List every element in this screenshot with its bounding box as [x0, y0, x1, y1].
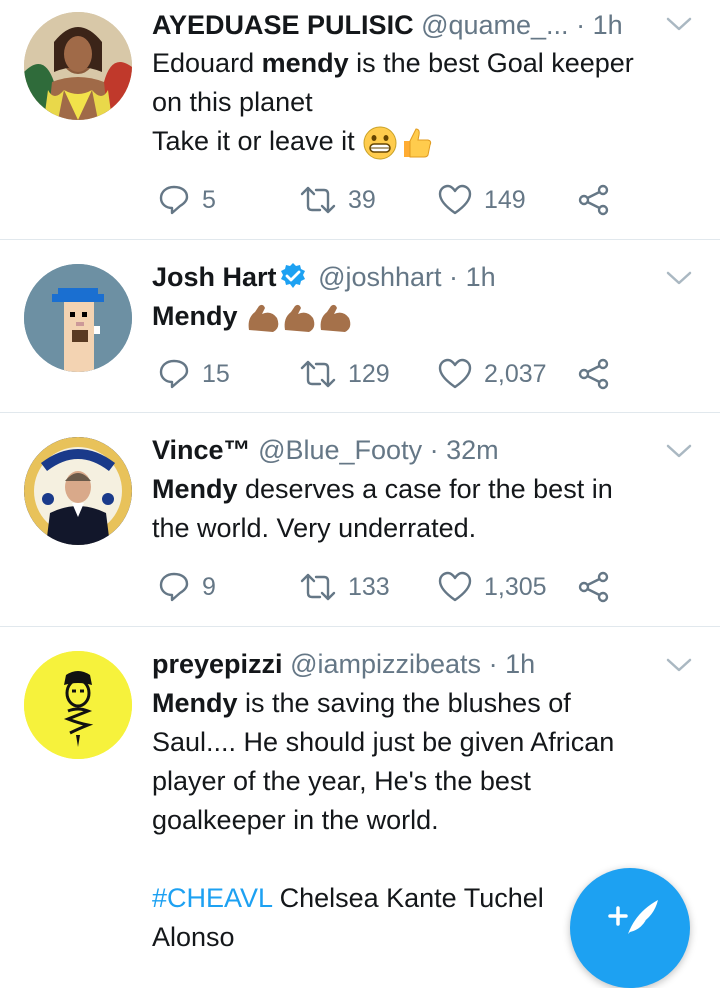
- like-icon: [438, 571, 472, 602]
- tweet-text-part: Chelsea Kante Tuchel: [272, 883, 544, 913]
- reply-count: 15: [202, 359, 230, 388]
- tweet-text: Edouard mendy is the best Goal keeper on…: [152, 44, 680, 161]
- tweet-text-part: deserves a case for the best in: [237, 474, 613, 504]
- timestamp[interactable]: 32m: [446, 435, 499, 465]
- compose-icon: [608, 900, 658, 934]
- tweet-text-line: Take it or leave it: [152, 126, 355, 156]
- thumbs-up-emoji-icon: [404, 128, 432, 158]
- reply-button[interactable]: 9: [158, 567, 216, 607]
- avatar-image: [24, 651, 132, 759]
- share-button[interactable]: [578, 180, 610, 220]
- tweet-2[interactable]: Josh Hart @joshhart · 1h Mendy 15 129 2,…: [0, 240, 720, 413]
- like-count: 149: [484, 185, 526, 214]
- author-name[interactable]: preyepizzi: [152, 649, 283, 679]
- retweet-icon: [300, 360, 336, 388]
- avatar[interactable]: [24, 437, 132, 545]
- avatar[interactable]: [24, 12, 132, 120]
- tweet-3[interactable]: Vince™ @Blue_Footy · 32m Mendy deserves …: [0, 413, 720, 627]
- chevron-down-icon[interactable]: [666, 655, 692, 675]
- reply-icon: [159, 185, 189, 215]
- avatar-image: [24, 12, 132, 120]
- chevron-down-icon[interactable]: [666, 268, 692, 288]
- share-icon: [578, 184, 609, 216]
- tweet-header: AYEDUASE PULISIC @quame_... · 1h: [152, 8, 660, 42]
- tweet-text-line: the world. Very underrated.: [152, 513, 477, 543]
- avatar[interactable]: [24, 264, 132, 372]
- chevron-down-icon[interactable]: [666, 441, 692, 461]
- tweet-actions: 5 39 149: [150, 180, 630, 220]
- author-handle[interactable]: @quame_...: [421, 10, 569, 40]
- reply-count: 9: [202, 572, 216, 601]
- reply-icon: [159, 359, 189, 389]
- share-button[interactable]: [578, 567, 610, 607]
- retweet-count: 133: [348, 572, 390, 601]
- verified-icon: [280, 263, 305, 288]
- like-button[interactable]: 1,305: [438, 567, 547, 607]
- tweet-text-part: is the saving the blushes of: [237, 688, 571, 718]
- like-button[interactable]: 149: [438, 180, 526, 220]
- like-icon: [438, 358, 472, 389]
- like-button[interactable]: 2,037: [438, 354, 547, 394]
- tweet-text-bold: Mendy: [152, 688, 238, 718]
- retweet-count: 129: [348, 359, 390, 388]
- tweet-text-bold: Mendy: [152, 301, 238, 331]
- separator: ·: [488, 649, 498, 679]
- tweet-text-line: player of the year, He's the best: [152, 766, 531, 796]
- tweet-text-line: goalkeeper in the world.: [152, 805, 439, 835]
- retweet-icon: [300, 186, 336, 214]
- tweet-text-line: on this planet: [152, 87, 313, 117]
- tweet-text: Mendy deserves a case for the best in th…: [152, 470, 680, 548]
- author-name[interactable]: Vince™: [152, 435, 251, 465]
- separator: ·: [449, 262, 459, 292]
- retweet-icon: [300, 573, 336, 601]
- separator: ·: [576, 10, 586, 40]
- tweet-text-part: is the best Goal keeper: [348, 48, 634, 78]
- grinning-emoji-icon: [363, 126, 397, 160]
- chevron-down-icon[interactable]: [666, 14, 692, 34]
- tweet-text-bold: mendy: [261, 48, 349, 78]
- share-button[interactable]: [578, 354, 610, 394]
- tweet-actions: 15 129 2,037: [150, 354, 630, 394]
- avatar-image: [24, 264, 132, 372]
- reply-count: 5: [202, 185, 216, 214]
- retweet-button[interactable]: 133: [300, 567, 390, 607]
- tweet-header: Josh Hart @joshhart · 1h: [152, 260, 660, 294]
- avatar-image: [24, 437, 132, 545]
- share-icon: [578, 571, 609, 603]
- flexed-biceps-emoji-icon: [248, 304, 351, 332]
- author-handle[interactable]: @Blue_Footy: [258, 435, 422, 465]
- retweet-count: 39: [348, 185, 376, 214]
- tweet-text: Mendy: [152, 297, 680, 336]
- timestamp[interactable]: 1h: [505, 649, 535, 679]
- author-name[interactable]: AYEDUASE PULISIC: [152, 10, 414, 40]
- like-count: 2,037: [484, 359, 547, 388]
- share-icon: [578, 358, 609, 390]
- tweet-text-bold: Mendy: [152, 474, 238, 504]
- tweet-text-part: Edouard: [152, 48, 262, 78]
- compose-tweet-button[interactable]: [570, 868, 690, 988]
- reply-button[interactable]: 5: [158, 180, 216, 220]
- author-handle[interactable]: @iampizzibeats: [290, 649, 481, 679]
- reply-icon: [159, 572, 189, 602]
- like-count: 1,305: [484, 572, 547, 601]
- tweet-1[interactable]: AYEDUASE PULISIC @quame_... · 1h Edouard…: [0, 0, 720, 240]
- tweet-header: preyepizzi @iampizzibeats · 1h: [152, 647, 660, 681]
- tweet-actions: 9 133 1,305: [150, 567, 630, 607]
- tweet-header: Vince™ @Blue_Footy · 32m: [152, 433, 660, 467]
- author-name[interactable]: Josh Hart: [152, 262, 277, 292]
- reply-button[interactable]: 15: [158, 354, 230, 394]
- timestamp[interactable]: 1h: [466, 262, 496, 292]
- avatar[interactable]: [24, 651, 132, 759]
- separator: ·: [429, 435, 439, 465]
- retweet-button[interactable]: 129: [300, 354, 390, 394]
- retweet-button[interactable]: 39: [300, 180, 376, 220]
- like-icon: [438, 184, 472, 215]
- hashtag-link[interactable]: #CHEAVL: [152, 883, 272, 913]
- author-handle[interactable]: @joshhart: [318, 262, 441, 292]
- timestamp[interactable]: 1h: [593, 10, 623, 40]
- tweet-text-line: Saul.... He should just be given African: [152, 727, 615, 757]
